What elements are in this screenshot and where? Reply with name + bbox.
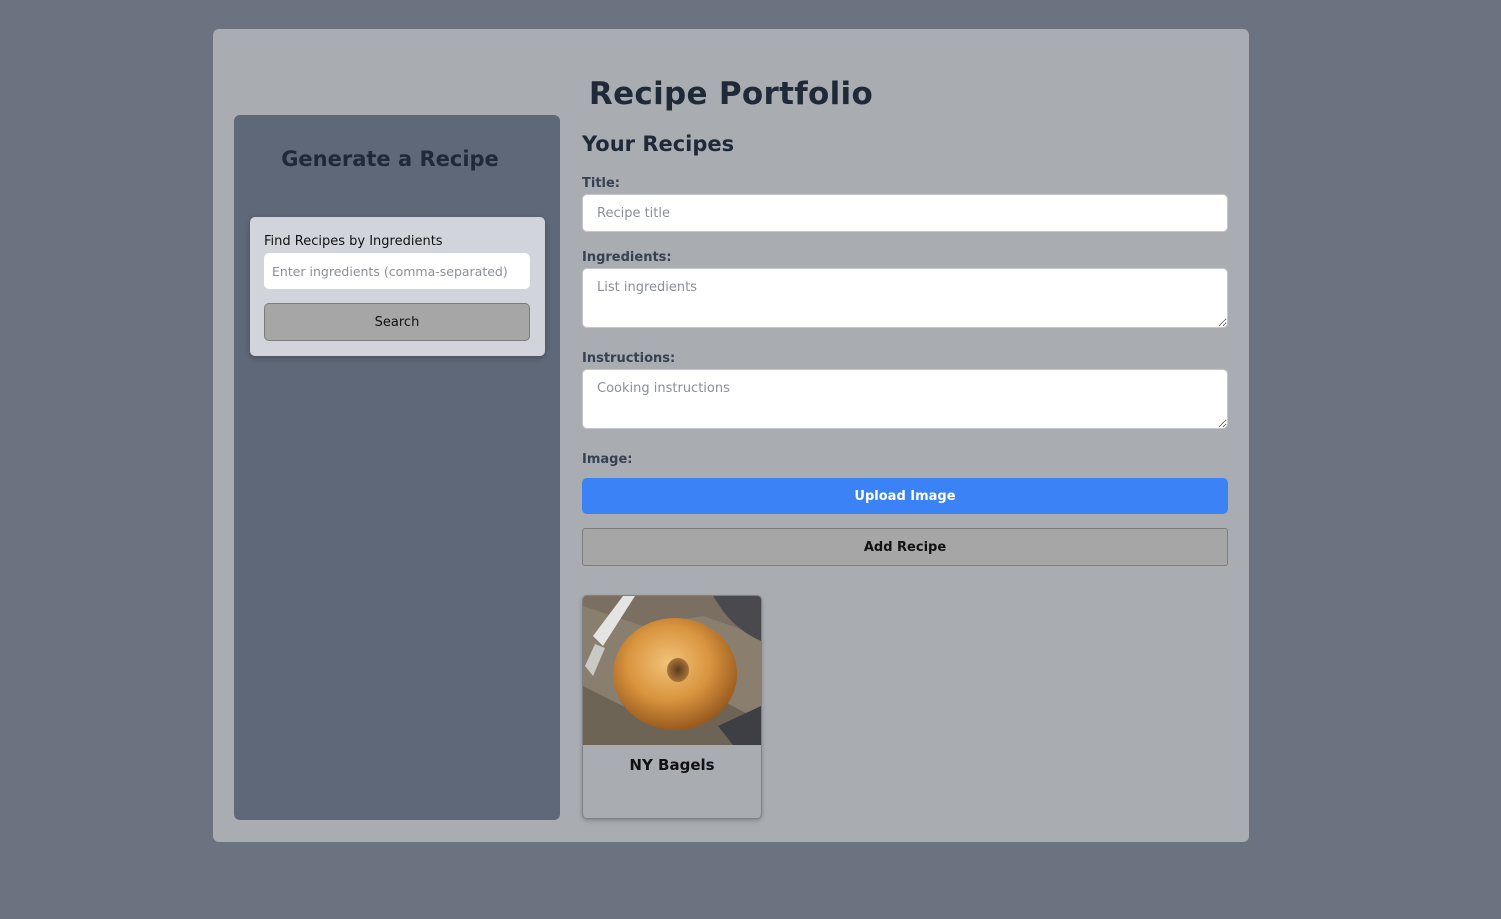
page-title: Recipe Portfolio — [588, 76, 874, 112]
your-recipes-title: Your Recipes — [582, 132, 735, 156]
ingredient-search-card: Find Recipes by Ingredients Search — [250, 217, 545, 356]
recipe-card[interactable]: NY Bagels — [582, 595, 762, 819]
bagel-photo-image — [583, 596, 761, 745]
search-button[interactable]: Search — [264, 303, 530, 341]
ingredients-field-label: Ingredients: — [582, 250, 672, 265]
ingredients-textarea[interactable] — [582, 268, 1228, 328]
ingredient-search-label: Find Recipes by Ingredients — [264, 234, 443, 249]
ingredients-search-input[interactable] — [264, 253, 530, 289]
app-container: Recipe Portfolio Generate a Recipe Find … — [213, 29, 1249, 842]
instructions-textarea[interactable] — [582, 369, 1228, 429]
image-field-label: Image: — [582, 452, 633, 467]
title-field-label: Title: — [582, 176, 621, 191]
recipe-title-input[interactable] — [582, 194, 1228, 232]
upload-image-button[interactable]: Upload Image — [582, 478, 1228, 514]
recipe-card-title: NY Bagels — [629, 756, 715, 774]
add-recipe-button[interactable]: Add Recipe — [582, 528, 1228, 566]
sidebar-title: Generate a Recipe — [281, 147, 499, 171]
sidebar: Generate a Recipe Find Recipes by Ingred… — [234, 115, 560, 820]
instructions-field-label: Instructions: — [582, 351, 676, 366]
